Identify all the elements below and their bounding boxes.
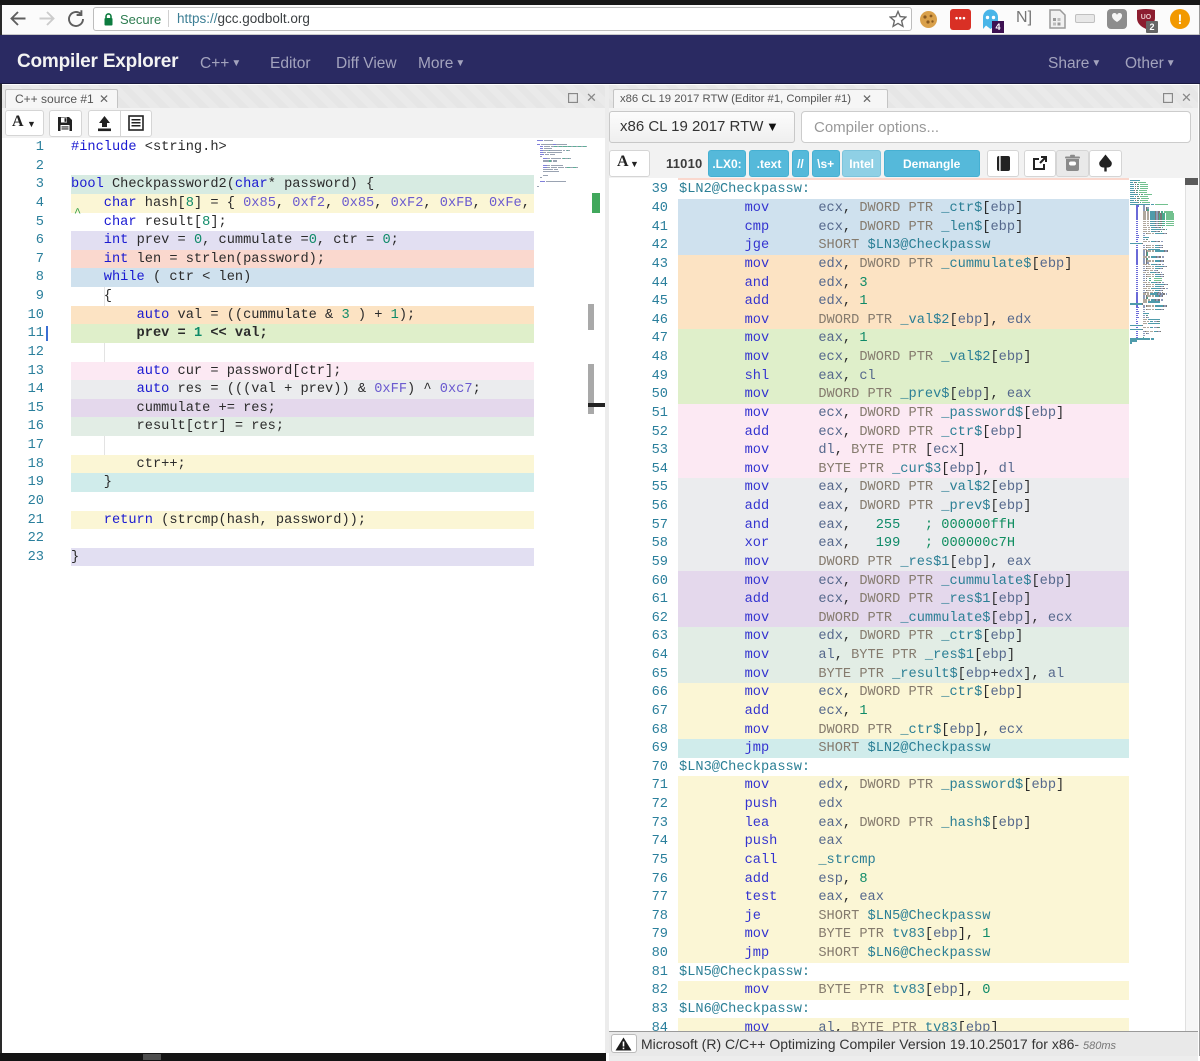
svg-text:UO: UO	[1141, 14, 1152, 21]
